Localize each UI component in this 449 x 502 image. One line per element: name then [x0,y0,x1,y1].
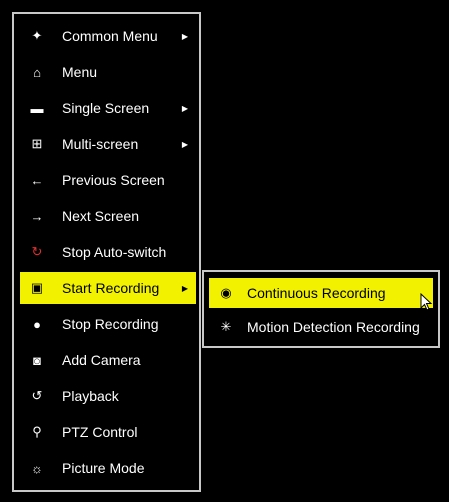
menu-item-label: Multi-screen [62,136,139,152]
menu-item-label: Picture Mode [62,460,145,476]
menu-item-start-recording[interactable]: ▣ Start Recording ▶ [20,272,196,304]
submenu-item-motion-detection-recording[interactable]: ✳ Motion Detection Recording [209,312,433,342]
menu-item-label: Next Screen [62,208,140,224]
motion-detection-icon: ✳ [220,319,232,334]
grid-icon: ⊞ [31,136,43,151]
menu-item-label: Add Camera [62,352,141,368]
continuous-record-icon: ◉ [220,285,232,300]
menu-item-multi-screen[interactable]: ⊞ Multi-screen ▶ [20,128,196,160]
mouse-cursor-icon [420,293,433,311]
recording-submenu: ◉ Continuous Recording ✳ Motion Detectio… [202,270,440,348]
submenu-arrow-icon: ▶ [181,139,188,149]
menu-item-label: Stop Recording [62,316,159,332]
arrow-left-icon: ← [30,172,44,188]
menu-item-picture-mode[interactable]: ☼ Picture Mode [20,452,196,484]
menu-item-next-screen[interactable]: → Next Screen [20,200,196,232]
menu-item-stop-recording[interactable]: ● Stop Recording [20,308,196,340]
record-icon: ▣ [30,280,44,295]
picture-mode-icon: ☼ [31,460,43,476]
submenu-item-label: Continuous Recording [247,285,386,301]
menu-item-label: Stop Auto-switch [62,244,167,260]
add-camera-icon: ◙ [33,352,41,368]
menu-item-stop-auto-switch[interactable]: ↻ Stop Auto-switch [20,236,196,268]
ptz-icon: ⚲ [32,424,42,439]
menu-item-previous-screen[interactable]: ← Previous Screen [20,164,196,196]
playback-icon: ↺ [31,388,43,403]
menu-item-label: Playback [62,388,119,404]
menu-item-label: Single Screen [62,100,150,116]
stop-switch-icon: ↻ [31,244,43,259]
menu-item-single-screen[interactable]: ▬ Single Screen ▶ [20,92,196,124]
submenu-arrow-icon: ▶ [181,103,188,113]
menu-item-ptz-control[interactable]: ⚲ PTZ Control [20,416,196,448]
menu-item-label: Menu [62,64,98,80]
submenu-item-continuous-recording[interactable]: ◉ Continuous Recording [209,278,433,308]
menu-item-common-menu[interactable]: ✦ Common Menu ▶ [20,20,196,52]
menu-item-add-camera[interactable]: ◙ Add Camera [20,344,196,376]
submenu-arrow-icon: ▶ [181,283,188,293]
home-icon: ⌂ [33,64,41,80]
context-menu: ✦ Common Menu ▶ ⌂ Menu ▬ Single Screen ▶… [12,12,201,492]
common-menu-icon: ✦ [31,28,43,43]
menu-item-label: PTZ Control [62,424,138,440]
menu-item-playback[interactable]: ↺ Playback [20,380,196,412]
menu-item-label: Start Recording [62,280,160,296]
menu-item-label: Common Menu [62,28,158,44]
menu-item-label: Previous Screen [62,172,165,188]
stop-record-icon: ● [33,316,41,332]
arrow-right-icon: → [30,208,44,224]
submenu-item-label: Motion Detection Recording [247,319,420,335]
menu-item-menu[interactable]: ⌂ Menu [20,56,196,88]
submenu-arrow-icon: ▶ [181,31,188,41]
camera-icon: ▬ [30,100,44,116]
